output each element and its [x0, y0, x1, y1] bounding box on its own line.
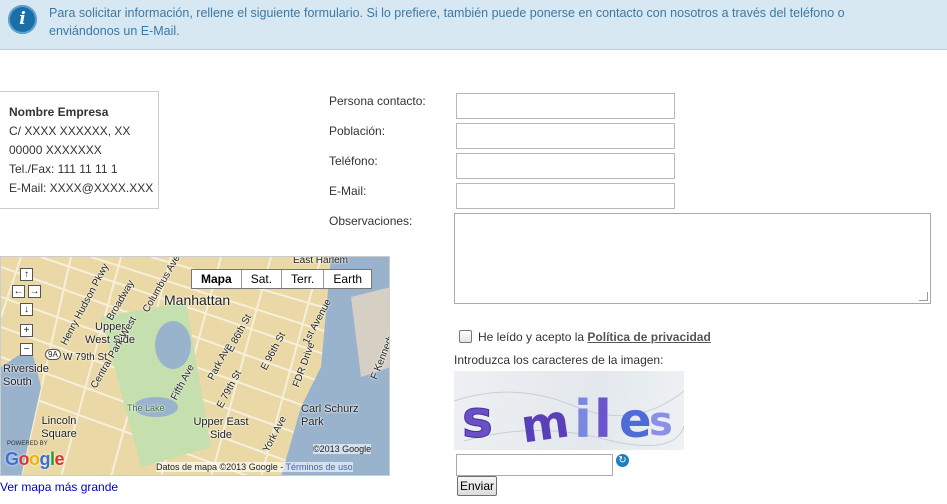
- google-logo[interactable]: Google: [5, 449, 65, 470]
- map-label-upper-east-side: Upper East Side: [193, 416, 249, 441]
- map-label-east-harlem: East Harlem: [293, 256, 349, 266]
- pan-down-icon[interactable]: ↓: [20, 303, 33, 316]
- map-label-lincoln-square: Lincoln Square: [41, 415, 77, 440]
- company-contact-card: Nombre Empresa C/ XXXX XXXXXX, XX 00000 …: [0, 91, 159, 209]
- svg-text:s: s: [462, 390, 493, 450]
- pan-up-icon[interactable]: ↑: [20, 268, 33, 281]
- zoom-in-icon[interactable]: +: [20, 324, 33, 337]
- company-address: C/ XXXX XXXXXX, XX: [9, 124, 131, 138]
- company-phone: Tel./Fax: 111 11 11 1: [9, 162, 118, 176]
- info-icon: i: [8, 5, 37, 34]
- email-input[interactable]: [456, 183, 675, 209]
- pan-left-icon[interactable]: ←: [12, 285, 25, 298]
- notes-label: Observaciones:: [329, 214, 413, 228]
- map-type-terrain[interactable]: Terr.: [282, 270, 325, 288]
- svg-text:m: m: [518, 393, 573, 450]
- company-email: E-Mail: XXXX@XXXX.XXX: [9, 181, 154, 195]
- pan-right-icon[interactable]: →: [28, 285, 41, 298]
- zoom-out-icon[interactable]: −: [20, 343, 33, 356]
- privacy-label: He leído y acepto la Política de privaci…: [478, 330, 711, 344]
- phone-input[interactable]: [456, 153, 675, 179]
- route-badge-9a: 9A: [45, 349, 61, 360]
- map-label-w-79th-st: W 79th St: [63, 352, 107, 363]
- map-label-the-lake: The Lake: [127, 403, 165, 413]
- map-type-bar: Mapa Sat. Terr. Earth: [191, 269, 373, 289]
- map-data-text: Datos de mapa ©2013 Google -: [156, 462, 286, 472]
- svg-text:i: i: [574, 390, 592, 450]
- map-type-satellite[interactable]: Sat.: [242, 270, 283, 288]
- powered-by-label: POWERED BY: [7, 441, 48, 447]
- privacy-policy-link[interactable]: Política de privacidad: [587, 330, 710, 344]
- map-label-manhattan: Manhattan: [164, 292, 231, 308]
- captcha-graphic: s m i l e s: [454, 390, 684, 450]
- svg-text:e: e: [619, 393, 652, 449]
- info-message: Para solicitar información, rellene el s…: [49, 6, 845, 38]
- map-type-earth[interactable]: Earth: [324, 270, 371, 288]
- privacy-checkbox[interactable]: [459, 330, 472, 343]
- map-label-carl-schurz-park: Carl Schurz Park: [301, 403, 359, 428]
- company-postal: 00000 XXXXXXX: [9, 143, 102, 157]
- map-label-riverside-south: Riverside South: [3, 363, 49, 388]
- map-copyright: ©2013 Google: [313, 444, 372, 454]
- phone-label: Teléfono:: [329, 154, 378, 168]
- captcha-image: s m i l e s: [454, 371, 684, 450]
- notes-textarea[interactable]: [454, 213, 931, 304]
- email-label: E-Mail:: [329, 184, 367, 198]
- company-name: Nombre Empresa: [9, 105, 109, 119]
- map-data-notice: Datos de mapa ©2013 Google - Términos de…: [156, 462, 353, 472]
- city-label: Población:: [329, 124, 386, 138]
- embedded-map[interactable]: Mapa Sat. Terr. Earth ↑ ← → ↓ + − Manhat…: [0, 256, 390, 476]
- bigger-map-link[interactable]: Ver mapa más grande: [0, 480, 118, 494]
- svg-text:l: l: [594, 390, 612, 450]
- city-input[interactable]: [456, 123, 675, 149]
- captcha-input[interactable]: [456, 454, 613, 476]
- svg-text:s: s: [649, 399, 673, 445]
- map-terms-link[interactable]: Términos de uso: [286, 462, 353, 472]
- map-type-map[interactable]: Mapa: [192, 270, 242, 288]
- resize-grip-icon[interactable]: [919, 292, 928, 301]
- contact-label: Persona contacto:: [329, 94, 426, 108]
- contact-input[interactable]: [456, 93, 675, 119]
- captcha-label: Introduzca los caracteres de la imagen:: [454, 353, 664, 367]
- send-button[interactable]: Enviar: [457, 476, 497, 496]
- info-banner: i Para solicitar información, rellene el…: [0, 0, 947, 50]
- refresh-icon[interactable]: ↻: [616, 454, 629, 467]
- privacy-prefix: He leído y acepto la: [478, 330, 588, 344]
